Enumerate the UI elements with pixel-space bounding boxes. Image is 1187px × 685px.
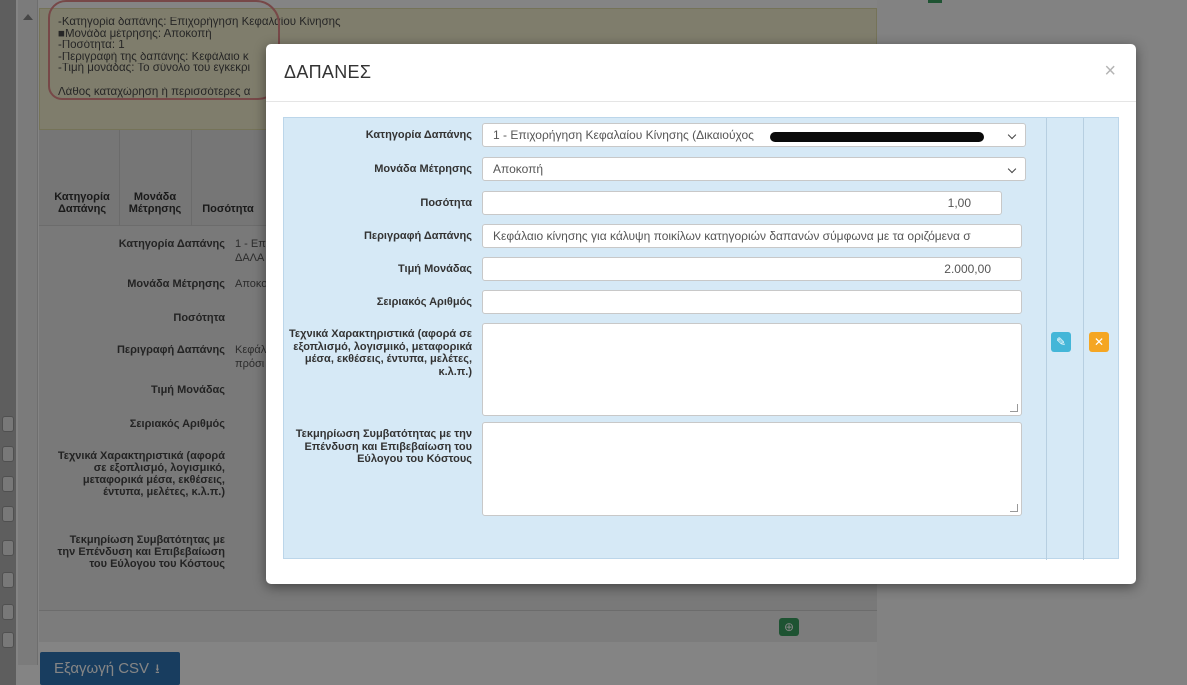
- unit-value: Αποκοπή: [493, 162, 544, 176]
- unit-select[interactable]: Αποκοπή: [482, 157, 1026, 181]
- quantity-label: Ποσότητα: [420, 197, 472, 209]
- category-select[interactable]: 1 - Επιχορήγηση Κεφαλαίου Κίνησης (Δικαι…: [482, 123, 1026, 147]
- close-icon[interactable]: ×: [1104, 60, 1116, 83]
- resize-grip-icon[interactable]: [1010, 404, 1018, 412]
- expenses-modal: ΔΑΠΑΝΕΣ × Κατηγορία Δαπάνης 1 - Επιχορήγ…: [266, 44, 1136, 584]
- category-label: Κατηγορία Δαπάνης: [365, 129, 472, 141]
- unit-label: Μονάδα Μέτρησης: [374, 163, 472, 175]
- expense-form: Κατηγορία Δαπάνης 1 - Επιχορήγηση Κεφαλα…: [283, 117, 1119, 560]
- description-input[interactable]: Κεφάλαιο κίνησης για κάλυψη ποικίλων κατ…: [482, 224, 1022, 248]
- redaction-bar: [770, 132, 984, 142]
- category-value: 1 - Επιχορήγηση Κεφαλαίου Κίνησης (Δικαι…: [493, 128, 754, 142]
- description-value: Κεφάλαιο κίνησης για κάλυψη ποικίλων κατ…: [493, 229, 971, 243]
- modal-header: ΔΑΠΑΝΕΣ ×: [266, 44, 1136, 102]
- justification-textarea[interactable]: [482, 422, 1022, 516]
- quantity-input[interactable]: 1,00: [482, 191, 1002, 215]
- justification-label: Τεκμηρίωση Συμβατότητας με την Επένδυση …: [295, 428, 472, 465]
- delete-button[interactable]: ✕: [1089, 332, 1109, 352]
- serial-input[interactable]: [482, 290, 1022, 314]
- edit-button[interactable]: ✎: [1051, 332, 1071, 352]
- technical-label: Τεχνικά Χαρακτηριστικά (αφορά σε εξοπλισ…: [289, 328, 472, 378]
- serial-label: Σειριακός Αριθμός: [376, 296, 472, 308]
- delete-x-icon: ✕: [1093, 335, 1105, 349]
- unit-price-input[interactable]: 2.000,00: [482, 257, 1022, 281]
- unit-price-value: 2.000,00: [944, 262, 991, 276]
- description-label: Περιγραφή Δαπάνης: [363, 230, 472, 242]
- modal-title: ΔΑΠΑΝΕΣ: [284, 62, 372, 82]
- technical-textarea[interactable]: [482, 323, 1022, 416]
- resize-grip-icon[interactable]: [1010, 504, 1018, 512]
- column-divider: [1083, 118, 1084, 560]
- unit-price-label: Τιμή Μονάδας: [398, 263, 472, 275]
- quantity-value: 1,00: [947, 196, 971, 210]
- edit-icon: ✎: [1055, 335, 1067, 349]
- column-divider: [1046, 118, 1047, 560]
